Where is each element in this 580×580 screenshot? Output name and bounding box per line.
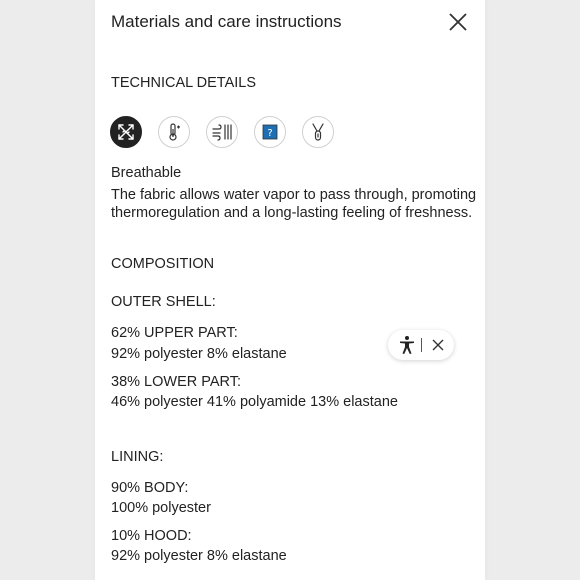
accessibility-icon xyxy=(400,336,414,354)
feature-description: The fabric allows water vapor to pass th… xyxy=(111,187,477,221)
outer-part-value: 92% polyester 8% elastane xyxy=(111,346,287,362)
close-button[interactable] xyxy=(447,11,469,33)
waterproof-icon: ? xyxy=(262,124,278,140)
lining-heading: LINING: xyxy=(111,449,164,465)
feature-title: Breathable xyxy=(111,165,182,181)
outer-shell-heading: OUTER SHELL: xyxy=(111,294,216,310)
outer-part-value: 46% polyester 41% polyamide 13% elastane xyxy=(111,394,398,410)
accessibility-button[interactable] xyxy=(396,334,418,356)
wind-icon-button[interactable] xyxy=(206,116,238,148)
materials-modal: Materials and care instructions TECHNICA… xyxy=(95,0,485,580)
zipper-icon-button[interactable] xyxy=(302,116,334,148)
lining-part-value: 100% polyester xyxy=(111,500,211,516)
lining-part-label: 90% BODY: xyxy=(111,480,189,496)
widget-close-button[interactable] xyxy=(431,338,445,352)
waterproof-icon-button[interactable]: ? xyxy=(254,116,286,148)
wind-icon xyxy=(212,124,232,141)
accessibility-widget xyxy=(388,330,454,360)
technical-details-heading: TECHNICAL DETAILS xyxy=(111,75,257,91)
svg-text:?: ? xyxy=(267,128,272,139)
widget-divider xyxy=(421,338,422,352)
modal-title: Materials and care instructions xyxy=(111,12,342,31)
composition-heading: COMPOSITION xyxy=(111,256,215,272)
lining-part-label: 10% HOOD: xyxy=(111,528,192,544)
zipper-icon xyxy=(312,123,324,141)
breathable-icon xyxy=(118,124,134,140)
thermo-icon-button[interactable] xyxy=(158,116,190,148)
lining-part-value: 92% polyester 8% elastane xyxy=(111,548,287,564)
outer-part-label: 62% UPPER PART: xyxy=(111,325,238,341)
close-icon xyxy=(449,13,467,31)
thermometer-icon xyxy=(169,123,180,141)
close-icon xyxy=(432,339,444,351)
breathable-icon-button[interactable] xyxy=(110,116,142,148)
outer-part-label: 38% LOWER PART: xyxy=(111,374,242,390)
